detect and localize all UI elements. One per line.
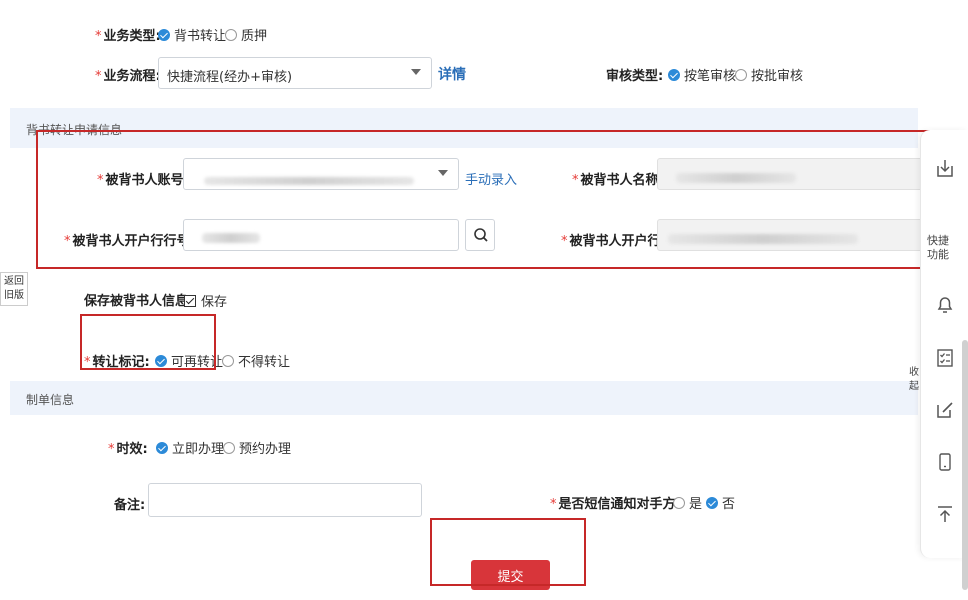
review-type-option-single[interactable]: 按笔审核 — [668, 65, 736, 84]
review-type-option-batch[interactable]: 按批审核 — [735, 65, 803, 84]
back-old-version-button[interactable]: 返回旧版 — [0, 272, 28, 306]
download-button[interactable] — [931, 154, 959, 182]
back-to-top-button[interactable] — [931, 500, 959, 528]
business-flow-select[interactable]: 快捷流程(经办+审核) — [158, 57, 432, 89]
quick-function-label: 快捷功能 — [927, 234, 949, 261]
radio-checked-icon — [158, 28, 170, 41]
highlight-box-submit — [430, 518, 586, 586]
bell-icon — [937, 297, 953, 313]
remark-input[interactable] — [148, 483, 422, 517]
arrow-up-icon — [938, 506, 952, 522]
business-section — [10, 0, 918, 108]
transfer-mark-option-not-transferable[interactable]: 不得转让 — [222, 351, 290, 370]
radio-unchecked-icon — [222, 354, 234, 367]
radio-checked-icon — [668, 68, 680, 81]
timing-label: * 时效: — [108, 442, 148, 457]
checklist-button[interactable] — [931, 344, 959, 372]
mobile-button[interactable] — [931, 448, 959, 476]
business-flow-label: * 业务流程: — [95, 69, 161, 84]
radio-unchecked-icon — [225, 28, 237, 41]
radio-checked-icon — [156, 441, 168, 454]
business-type-option-endorse[interactable]: 背书转让 — [158, 25, 226, 44]
sms-notify-option-no[interactable]: 否 — [706, 493, 735, 512]
business-flow-value: 快捷流程(经办+审核) — [167, 70, 293, 85]
doc-section-header — [10, 381, 918, 415]
edit-button[interactable] — [931, 396, 959, 424]
edit-icon — [937, 402, 953, 418]
checklist-icon — [937, 349, 953, 367]
save-info-checkbox[interactable]: 保存 — [184, 291, 227, 310]
radio-unchecked-icon — [223, 441, 235, 454]
highlight-box-transfer — [80, 314, 216, 370]
quick-function-sidebar: 快捷功能 收起 — [909, 130, 968, 558]
checkbox-checked-icon — [184, 294, 196, 307]
highlight-box-endorsee — [36, 130, 952, 269]
mobile-icon — [939, 453, 951, 471]
doc-section-title: 制单信息 — [26, 393, 75, 407]
sms-notify-label: * 是否短信通知对手方: — [550, 497, 681, 512]
chevron-down-icon — [411, 69, 421, 75]
radio-checked-icon — [706, 496, 718, 509]
review-type-label: 审核类型: — [606, 69, 664, 84]
business-type-label: * 业务类型: — [95, 29, 161, 44]
collapse-label[interactable]: 收起 — [909, 366, 921, 394]
sms-notify-option-yes[interactable]: 是 — [673, 493, 702, 512]
business-type-option-pledge[interactable]: 质押 — [225, 25, 267, 44]
radio-unchecked-icon — [735, 68, 747, 81]
save-info-label: 保存被背书人信息: — [84, 294, 194, 309]
timing-option-scheduled[interactable]: 预约办理 — [223, 438, 291, 457]
remark-label: 备注: — [114, 498, 146, 513]
notification-button[interactable] — [931, 290, 959, 318]
download-icon — [937, 160, 953, 177]
radio-unchecked-icon — [673, 496, 685, 509]
timing-option-immediate[interactable]: 立即办理 — [156, 438, 224, 457]
scrollbar[interactable] — [962, 340, 968, 590]
detail-link[interactable]: 详情 — [438, 64, 466, 84]
